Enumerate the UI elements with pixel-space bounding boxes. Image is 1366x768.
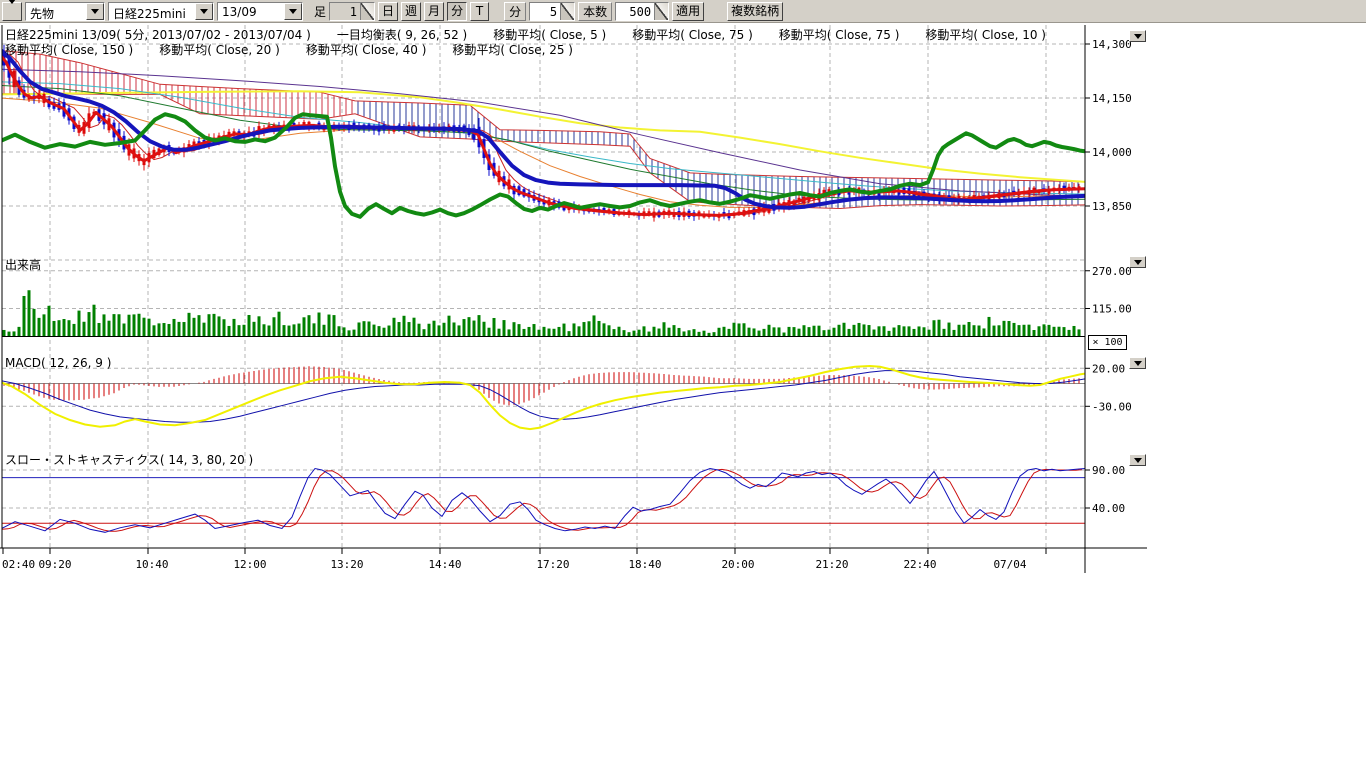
spinner-icon[interactable] xyxy=(654,3,668,20)
legend-item: 移動平均( Close, 20 ) xyxy=(159,43,280,57)
bar-interval-value: 1 xyxy=(330,3,360,20)
chart-menu-dropdown-button[interactable] xyxy=(2,2,22,21)
chevron-down-icon xyxy=(1134,361,1142,366)
instrument-type-combobox[interactable]: 先物 xyxy=(25,2,105,21)
period-minute-button[interactable]: 分 xyxy=(447,2,467,21)
macd-pane-graphics xyxy=(0,366,1085,429)
x-axis-label: 13:20 xyxy=(330,558,363,571)
x-axis-label: 18:40 xyxy=(628,558,661,571)
toolbar: 先物 日経225mini 13/09 足 1 日 週 月 分 T 分 5 本数 … xyxy=(0,0,1366,23)
legend-item: 移動平均( Close, 75 ) xyxy=(632,28,753,42)
x-axis-label: 14:40 xyxy=(428,558,461,571)
bar-interval-stepper[interactable]: 1 xyxy=(329,2,375,21)
spinner-icon[interactable] xyxy=(560,3,574,20)
apply-button[interactable]: 適用 xyxy=(672,2,704,21)
instrument-type-value: 先物 xyxy=(26,3,86,20)
y-axis-label: 40.00 xyxy=(1092,502,1125,515)
symbol-value: 日経225mini xyxy=(109,3,195,20)
price-pane-graphics xyxy=(0,45,1085,222)
y-axis-label: 270.00 xyxy=(1092,265,1132,278)
period-week-button[interactable]: 週 xyxy=(401,2,421,21)
chart-area: 14,300 14,150 14,000 13,850 270.00 115.00 20.0… xyxy=(0,0,1366,768)
chevron-down-icon xyxy=(1134,458,1142,463)
period-tick-button[interactable]: T xyxy=(470,2,489,21)
x-axis-label: 12:00 xyxy=(233,558,266,571)
chevron-down-icon[interactable] xyxy=(86,3,104,20)
tenkan-line xyxy=(2,55,1082,216)
bar-count-stepper[interactable]: 500 xyxy=(615,2,669,21)
multi-symbol-button[interactable]: 複数銘柄 xyxy=(727,2,783,21)
chevron-down-icon xyxy=(8,0,16,18)
y-axis-label: 20.00 xyxy=(1092,362,1125,375)
volume-pane-scale-dropdown[interactable] xyxy=(1129,256,1146,268)
macd-pane-label: MACD( 12, 26, 9 ) xyxy=(5,356,111,370)
legend-item: 日経225mini 13/09( 5分, 2013/07/02 - 2013/0… xyxy=(5,28,311,42)
ma-line xyxy=(0,82,1085,194)
gridlines xyxy=(2,25,1085,548)
legend-item: 移動平均( Close, 10 ) xyxy=(925,28,1046,42)
chevron-down-icon xyxy=(1134,34,1142,39)
legend-item: 一目均衡表( 9, 26, 52 ) xyxy=(337,28,467,42)
chart-plot-canvas: 14,300 14,150 14,000 13,850 270.00 115.00 20.0… xyxy=(0,0,1366,768)
volume-pane-label: 出来高 xyxy=(5,256,41,273)
stoch-pane-label: スロー・ストキャスティクス( 14, 3, 80, 20 ) xyxy=(5,451,253,468)
symbol-combobox[interactable]: 日経225mini xyxy=(108,2,214,21)
chevron-down-icon[interactable] xyxy=(195,3,213,20)
legend-row-2: 移動平均( Close, 150 ) 移動平均( Close, 20 ) 移動平均(… xyxy=(5,41,599,58)
stoch-pane-scale-dropdown[interactable] xyxy=(1129,454,1146,466)
y-axis-label: 14,000 xyxy=(1092,146,1132,159)
y-axis-label: -30.00 xyxy=(1092,400,1132,413)
minute-interval-stepper[interactable]: 5 xyxy=(529,2,575,21)
bar-count-value: 500 xyxy=(616,3,654,20)
legend-item: 移動平均( Close, 150 ) xyxy=(5,43,133,57)
x-axis-label: 02:40 xyxy=(2,558,35,571)
chevron-down-icon xyxy=(1134,260,1142,265)
volume-multiplier-box: × 100 xyxy=(1088,335,1127,350)
x-axis-label: 07/04 xyxy=(993,558,1026,571)
contract-month-value: 13/09 xyxy=(218,3,284,20)
chevron-down-icon[interactable] xyxy=(284,3,302,20)
x-axis-label: 10:40 xyxy=(135,558,168,571)
price-pane-scale-dropdown[interactable] xyxy=(1129,30,1146,42)
app-window: 先物 日経225mini 13/09 足 1 日 週 月 分 T 分 5 本数 … xyxy=(0,0,1366,768)
bar-type-label: 足 xyxy=(314,3,326,20)
volume-pane-graphics xyxy=(3,290,1081,336)
legend-item: 移動平均( Close, 25 ) xyxy=(452,43,573,57)
bar-count-label: 本数 xyxy=(578,2,612,21)
stoch-pane-graphics xyxy=(0,469,1085,533)
macd-pane-scale-dropdown[interactable] xyxy=(1129,357,1146,369)
legend-item: 移動平均( Close, 40 ) xyxy=(306,43,427,57)
period-day-button[interactable]: 日 xyxy=(378,2,398,21)
y-axis-label: 14,150 xyxy=(1092,92,1132,105)
stoch-d-line xyxy=(2,469,1082,531)
y-axis-label: 115.00 xyxy=(1092,302,1132,315)
minute-interval-value: 5 xyxy=(530,3,560,20)
contract-month-combobox[interactable]: 13/09 xyxy=(217,2,303,21)
spinner-icon[interactable] xyxy=(360,3,374,20)
y-axis-label: 13,850 xyxy=(1092,200,1132,213)
ma-line xyxy=(0,69,1085,196)
period-month-button[interactable]: 月 xyxy=(424,2,444,21)
x-axis-label: 20:00 xyxy=(721,558,754,571)
axes: 14,300 14,150 14,000 13,850 270.00 115.00 20.0… xyxy=(0,25,1147,573)
y-axis-label: 14,300 xyxy=(1092,38,1132,51)
y-axis-label: 90.00 xyxy=(1092,464,1125,477)
x-axis-label: 17:20 xyxy=(536,558,569,571)
legend-item: 移動平均( Close, 5 ) xyxy=(493,28,606,42)
x-axis-label: 09:20 xyxy=(38,558,71,571)
x-axis-label: 22:40 xyxy=(903,558,936,571)
legend-item: 移動平均( Close, 75 ) xyxy=(779,28,900,42)
macd-line xyxy=(0,366,1085,429)
x-axis-label: 21:20 xyxy=(815,558,848,571)
minute-unit-label: 分 xyxy=(504,2,526,21)
macd-histogram xyxy=(4,366,1079,405)
